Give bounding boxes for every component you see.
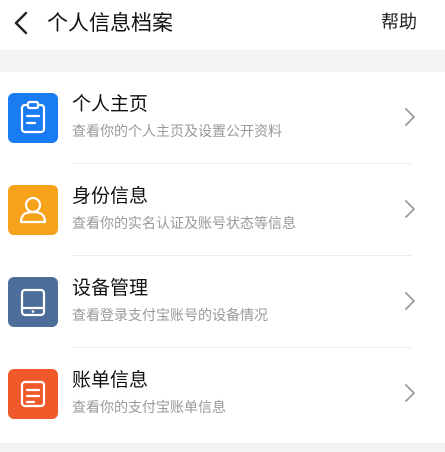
user-icon bbox=[8, 185, 58, 235]
clipboard-icon bbox=[8, 93, 58, 143]
device-icon bbox=[8, 277, 58, 327]
chevron-right-icon bbox=[405, 108, 415, 126]
back-arrow-icon[interactable] bbox=[10, 10, 34, 36]
list-item-identity-info[interactable]: 身份信息 查看你的实名认证及账号状态等信息 bbox=[0, 164, 445, 256]
list-item-device-management[interactable]: 设备管理 查看登录支付宝账号的设备情况 bbox=[0, 256, 445, 348]
bill-icon bbox=[8, 369, 58, 419]
item-description: 查看登录支付宝账号的设备情况 bbox=[72, 308, 268, 324]
item-description: 查看你的实名认证及账号状态等信息 bbox=[72, 216, 296, 232]
chevron-right-icon bbox=[405, 200, 415, 218]
item-description: 查看你的支付宝账单信息 bbox=[72, 400, 226, 416]
page-title: 个人信息档案 bbox=[47, 11, 173, 35]
chevron-right-icon bbox=[405, 384, 415, 402]
item-description: 查看你的个人主页及设置公开资料 bbox=[72, 124, 282, 140]
chevron-right-icon bbox=[405, 292, 415, 310]
item-title: 账单信息 bbox=[72, 369, 149, 391]
header-bar: 个人信息档案 帮助 bbox=[0, 0, 445, 50]
list-item-bill-info[interactable]: 账单信息 查看你的支付宝账单信息 bbox=[0, 348, 445, 440]
list-item-personal-homepage[interactable]: 个人主页 查看你的个人主页及设置公开资料 bbox=[0, 72, 445, 164]
info-list: 个人主页 查看你的个人主页及设置公开资料 身份信息 查看你的实名认证及账号状态等… bbox=[0, 72, 445, 443]
item-title: 身份信息 bbox=[72, 185, 149, 207]
item-title: 个人主页 bbox=[72, 93, 149, 115]
help-button[interactable]: 帮助 bbox=[381, 10, 417, 36]
item-title: 设备管理 bbox=[72, 277, 149, 299]
